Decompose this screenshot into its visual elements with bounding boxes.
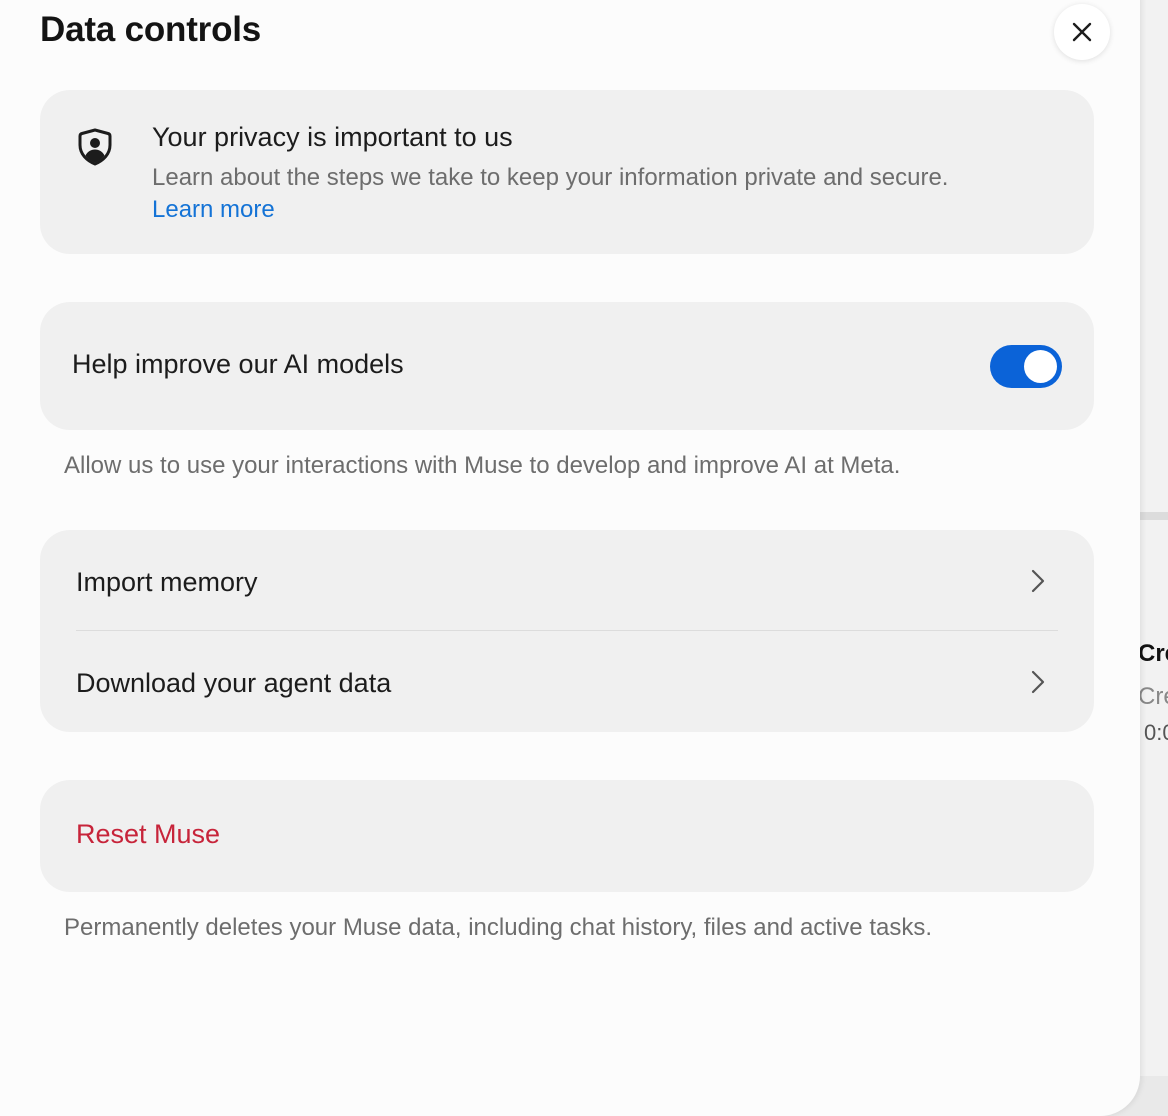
- improve-ai-toggle[interactable]: [990, 345, 1062, 388]
- improve-ai-helper-text: Allow us to use your interactions with M…: [64, 452, 901, 479]
- toggle-knob: [1024, 350, 1057, 383]
- close-icon: [1072, 22, 1092, 42]
- close-button[interactable]: [1054, 4, 1110, 60]
- reset-muse-button[interactable]: Reset Muse: [40, 780, 1094, 892]
- background-item-title: Cre: [1138, 640, 1168, 667]
- download-agent-data-label: Download your agent data: [76, 668, 392, 698]
- background-item-subtitle: Cre: [1138, 683, 1168, 710]
- background-item-time: 0:0: [1144, 720, 1168, 745]
- dialog-title: Data controls: [40, 10, 262, 49]
- reset-helper-text: Permanently deletes your Muse data, incl…: [64, 914, 932, 941]
- learn-more-link[interactable]: Learn more: [152, 196, 275, 224]
- data-actions-list: Import memory Download your agent data: [40, 530, 1094, 732]
- chevron-right-icon: [1031, 670, 1045, 694]
- data-controls-dialog: Data controls Your privacy is important …: [0, 0, 1140, 1116]
- import-memory-row[interactable]: Import memory: [40, 530, 1094, 631]
- privacy-card: Your privacy is important to us Learn ab…: [40, 90, 1094, 254]
- improve-ai-label: Help improve our AI models: [72, 349, 404, 379]
- improve-ai-card: Help improve our AI models: [40, 302, 1094, 430]
- privacy-description: Learn about the steps we take to keep yo…: [152, 164, 949, 191]
- privacy-title: Your privacy is important to us: [152, 122, 513, 152]
- chevron-right-icon: [1031, 569, 1045, 593]
- reset-muse-label: Reset Muse: [76, 819, 221, 849]
- download-agent-data-row[interactable]: Download your agent data: [40, 631, 1094, 731]
- background-divider: [1140, 512, 1168, 520]
- shield-user-icon: [78, 128, 112, 166]
- import-memory-label: Import memory: [76, 567, 258, 597]
